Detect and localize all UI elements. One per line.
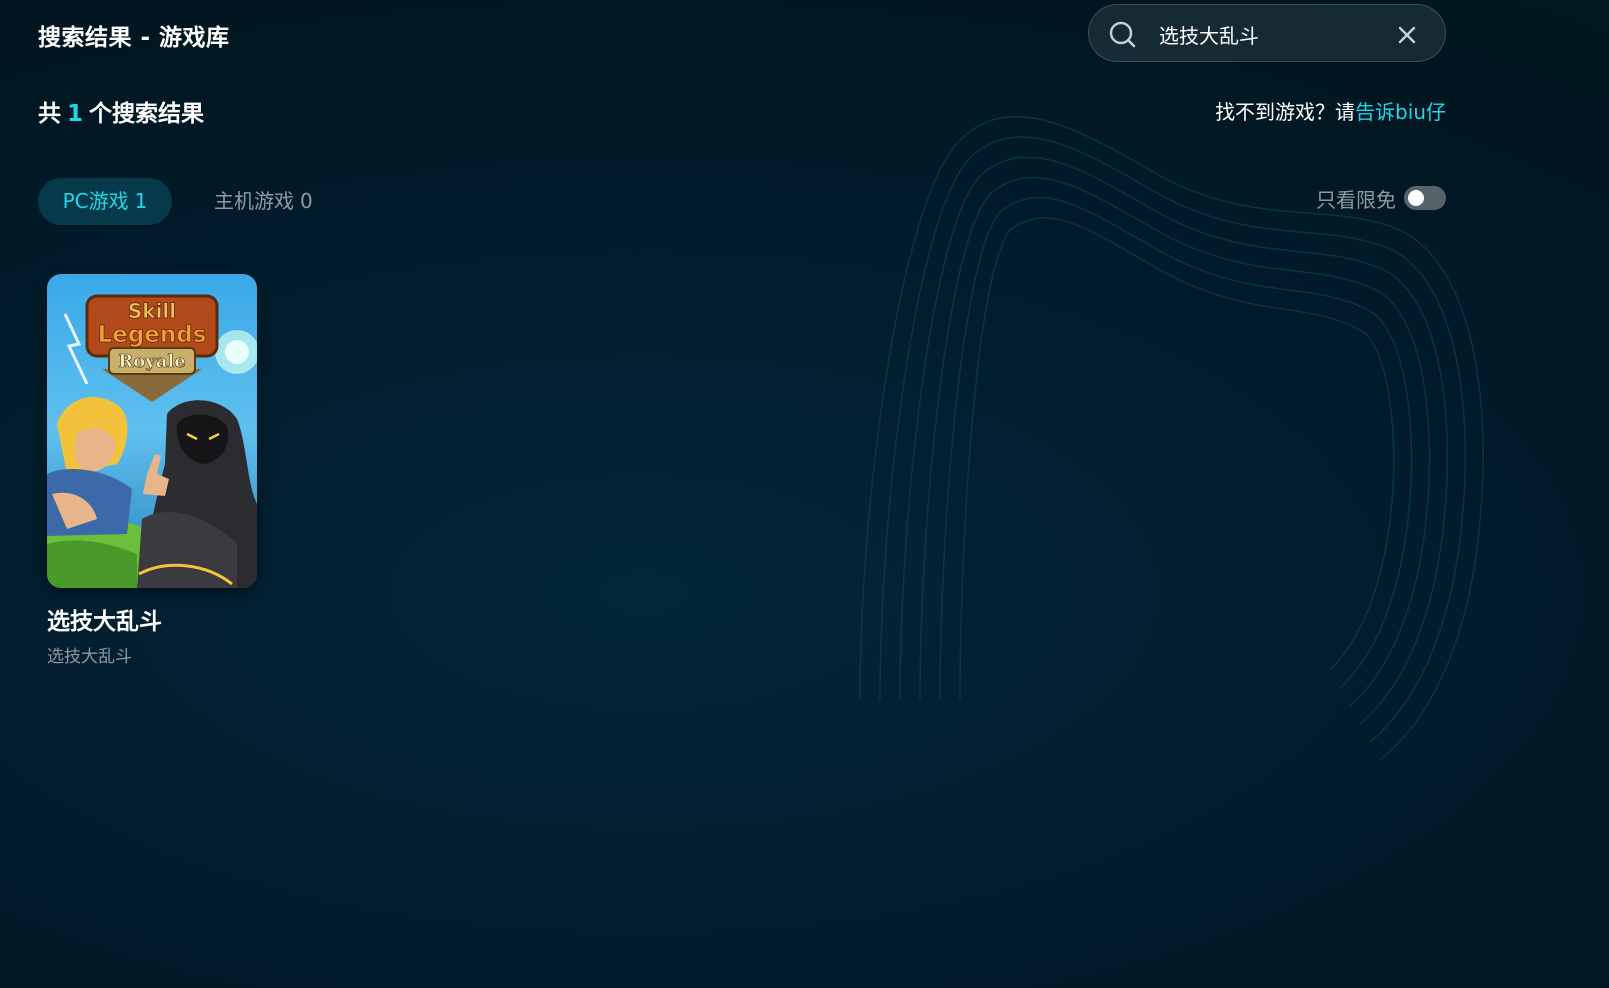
result-count: 共 1 个搜索结果 — [38, 94, 204, 128]
close-icon[interactable] — [1397, 25, 1417, 45]
cover-logo-line2: Legends — [98, 322, 207, 348]
cover-logo-line3: Royale — [118, 351, 185, 372]
result-count-prefix: 共 — [38, 101, 61, 127]
free-only-toggle[interactable] — [1404, 186, 1446, 210]
toggle-knob — [1408, 190, 1424, 206]
not-found-help: 找不到游戏？请告诉biu仔 — [1215, 96, 1446, 125]
result-count-number: 1 — [67, 101, 84, 127]
tab-pc-games-count: 1 — [134, 189, 148, 213]
free-only-filter: 只看限免 — [1316, 183, 1446, 213]
not-found-text: 找不到游戏？请 — [1215, 100, 1356, 124]
search-box[interactable] — [1088, 4, 1446, 62]
game-title[interactable]: 选技大乱斗 — [47, 602, 257, 636]
tab-console-games-label: 主机游戏 — [214, 189, 294, 213]
free-only-label: 只看限免 — [1316, 187, 1396, 212]
search-icon — [1109, 21, 1136, 48]
game-card[interactable]: Skill Legends Royale 选技大乱斗 选技大乱斗 — [47, 274, 257, 667]
game-cover-art: Skill Legends Royale — [47, 274, 257, 588]
tab-console-games[interactable]: 主机游戏 0 — [214, 178, 313, 225]
tell-biu-link[interactable]: 告诉biu仔 — [1355, 100, 1446, 124]
tab-pc-games-label: PC游戏 — [62, 189, 129, 213]
tab-pc-games[interactable]: PC游戏 1 — [38, 178, 172, 225]
tab-console-games-count: 0 — [300, 189, 313, 213]
search-input[interactable] — [1159, 17, 1379, 51]
result-count-suffix: 个搜索结果 — [89, 101, 205, 127]
cover-logo-line1: Skill — [128, 299, 176, 323]
game-cover[interactable]: Skill Legends Royale — [47, 274, 257, 588]
game-subtitle: 选技大乱斗 — [47, 647, 132, 667]
page-title: 搜索结果 - 游戏库 — [38, 25, 230, 51]
